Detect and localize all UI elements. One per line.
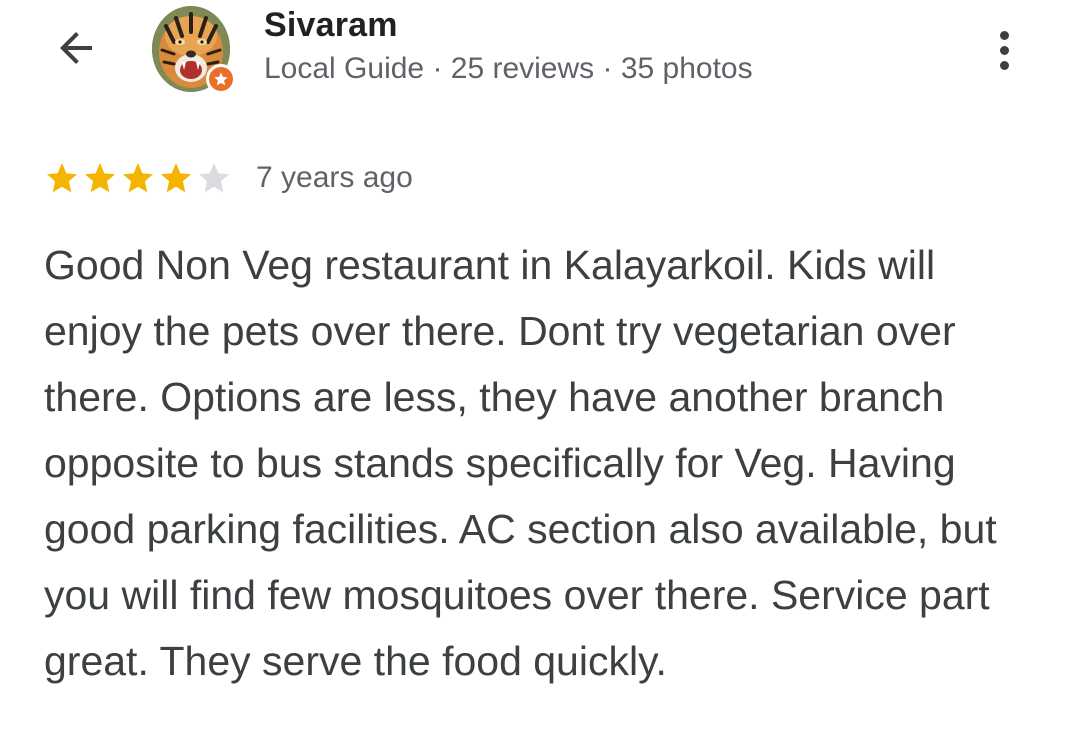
star-empty-icon: [199, 163, 229, 193]
local-guide-badge: [206, 64, 236, 94]
review-time: 7 years ago: [256, 161, 413, 194]
arrow-back-icon: [60, 32, 92, 64]
star-filled-icon: [85, 163, 115, 193]
review-detail-screen: Sivaram Local Guide · 25 reviews · 35 ph…: [0, 0, 1080, 729]
star-filled-icon: [161, 163, 191, 193]
star-rating: [44, 160, 232, 196]
back-button[interactable]: [40, 16, 112, 80]
star-filled-icon: [123, 163, 153, 193]
review-text: Good Non Veg restaurant in Kalayarkoil. …: [44, 242, 997, 684]
user-avatar-container[interactable]: [152, 6, 236, 94]
more-vert-icon-dot: [999, 45, 1009, 55]
user-meta: Local Guide · 25 reviews · 35 photos: [264, 52, 753, 85]
rating-row: 7 years ago: [44, 158, 413, 198]
user-name[interactable]: Sivaram: [264, 6, 398, 45]
more-vert-icon-dot: [999, 60, 1009, 70]
star-filled-icon: [47, 163, 77, 193]
more-options-button[interactable]: [980, 20, 1028, 80]
local-guide-star-icon: [214, 72, 228, 86]
more-vert-icon: [999, 30, 1009, 40]
